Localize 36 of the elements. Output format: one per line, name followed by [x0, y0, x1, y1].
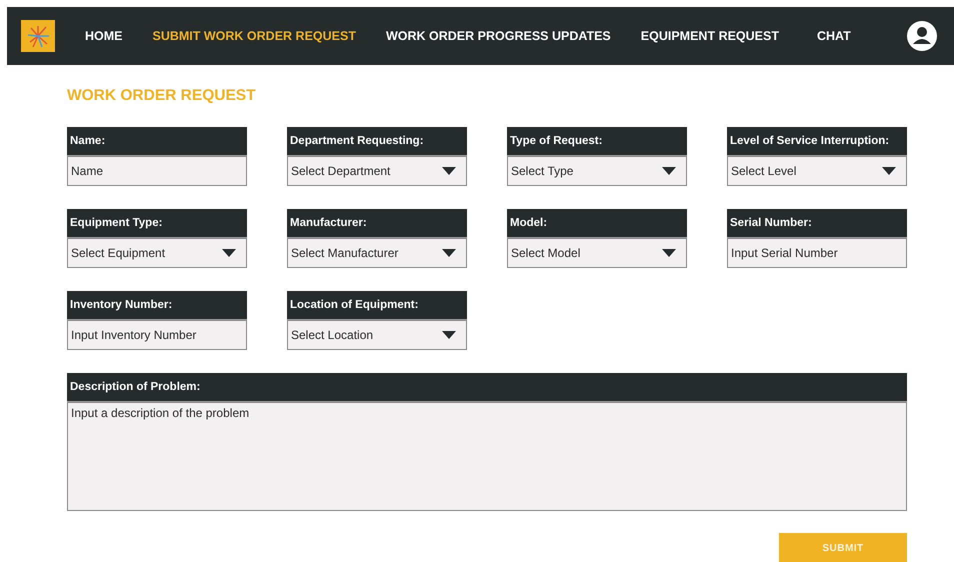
page-title: WORK ORDER REQUEST [67, 87, 257, 105]
caret-icon [662, 249, 676, 257]
dropdown[interactable]: Select Location [287, 320, 467, 350]
dropdown[interactable]: Select Department [287, 156, 467, 186]
field-label: Model: [507, 209, 687, 238]
nav-link[interactable]: SUBMIT WORK ORDER REQUEST [152, 29, 356, 43]
dropdown[interactable]: Select Equipment [67, 238, 247, 268]
field-label: Location of Equipment: [287, 291, 467, 320]
dropdown[interactable]: Select Manufacturer [287, 238, 467, 268]
field-label: Type of Request: [507, 127, 687, 156]
field-label: Department Requesting: [287, 127, 467, 156]
user-avatar-icon[interactable] [907, 21, 937, 51]
caret-icon [662, 167, 676, 175]
description-field[interactable]: Input a description of the problem [67, 402, 907, 511]
text-field[interactable]: Input Inventory Number [67, 320, 247, 350]
caret-icon [442, 331, 456, 339]
field-label: Description of Problem: [67, 373, 907, 402]
nav-link[interactable]: CHAT [817, 29, 851, 43]
text-field[interactable]: Name [67, 156, 247, 186]
dropdown[interactable]: Select Type [507, 156, 687, 186]
dropdown[interactable]: Select Model [507, 238, 687, 268]
caret-icon [222, 249, 236, 257]
caret-icon [882, 167, 896, 175]
caret-icon [442, 167, 456, 175]
nav-link[interactable]: WORK ORDER PROGRESS UPDATES [386, 29, 611, 43]
dropdown[interactable]: Select Level [727, 156, 907, 186]
field-label: Name: [67, 127, 247, 156]
text-field[interactable]: Input Serial Number [727, 238, 907, 268]
caret-icon [442, 249, 456, 257]
nav-link[interactable]: HOME [85, 29, 122, 43]
field-label: Equipment Type: [67, 209, 247, 238]
field-label: Manufacturer: [287, 209, 467, 238]
field-label: Inventory Number: [67, 291, 247, 320]
field-label: Serial Number: [727, 209, 907, 238]
field-label: Level of Service Interruption: [727, 127, 907, 156]
nav-link[interactable]: EQUIPMENT REQUEST [640, 29, 779, 43]
